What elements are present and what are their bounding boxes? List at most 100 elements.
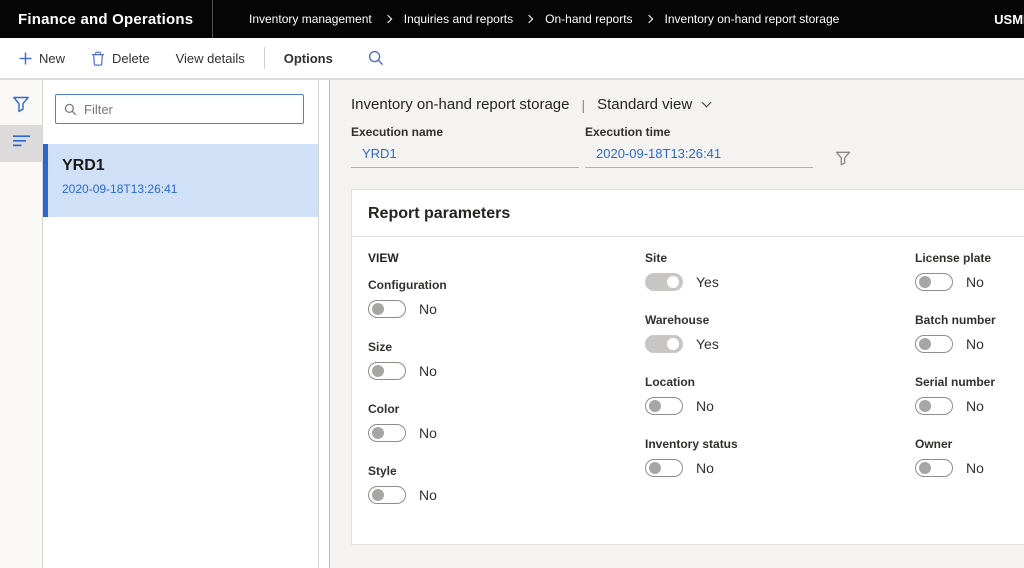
options-menu[interactable]: Options bbox=[271, 38, 346, 78]
toggle-field-label: Size bbox=[368, 340, 393, 354]
breadcrumb-item[interactable]: Inventory management bbox=[249, 12, 372, 26]
toggle-field-label: License plate bbox=[915, 251, 992, 265]
top-navigation-bar: Finance and Operations Inventory managem… bbox=[0, 0, 1024, 38]
toggle-field: Site Yes bbox=[645, 251, 915, 291]
warehouse-toggle[interactable] bbox=[645, 335, 683, 353]
inventory-status-toggle[interactable] bbox=[645, 459, 683, 477]
section-header[interactable]: Report parameters bbox=[352, 190, 1024, 237]
toggle-value: No bbox=[966, 398, 984, 414]
breadcrumb: Inventory management Inquiries and report… bbox=[249, 12, 839, 26]
main-content: Inventory on-hand report storage | Stand… bbox=[330, 80, 1024, 568]
app-title[interactable]: Finance and Operations bbox=[0, 11, 194, 28]
toggle-field: License plate No bbox=[915, 251, 1014, 291]
toggle-field-label: Batch number bbox=[915, 313, 996, 327]
toggle-field: Serial number No bbox=[915, 375, 1014, 415]
breadcrumb-item[interactable]: Inquiries and reports bbox=[404, 12, 513, 26]
toggle-value: No bbox=[419, 301, 437, 317]
toggle-knob bbox=[372, 365, 384, 377]
breadcrumb-item[interactable]: Inventory on-hand report storage bbox=[665, 12, 840, 26]
toggle-value: No bbox=[419, 425, 437, 441]
list-lines-icon bbox=[12, 134, 31, 153]
parameter-column: License plate No Batch number No Serial numb… bbox=[915, 251, 1014, 526]
size-toggle[interactable] bbox=[368, 362, 406, 380]
toggle-row: No bbox=[915, 273, 1014, 291]
owner-toggle[interactable] bbox=[915, 459, 953, 477]
toggle-knob bbox=[919, 338, 931, 350]
record-list-panel: YRD1 2020-09-18T13:26:41 bbox=[43, 80, 319, 568]
toggle-value: No bbox=[966, 460, 984, 476]
serial-number-toggle[interactable] bbox=[915, 397, 953, 415]
toggle-field: Batch number No bbox=[915, 313, 1014, 353]
toggle-field: Configuration No bbox=[368, 278, 645, 318]
site-toggle[interactable] bbox=[645, 273, 683, 291]
page-title: Inventory on-hand report storage bbox=[351, 96, 570, 113]
record-name: YRD1 bbox=[62, 157, 105, 174]
toggle-knob bbox=[649, 400, 661, 412]
toggle-value: No bbox=[696, 460, 714, 476]
show-list-button[interactable] bbox=[0, 125, 42, 162]
delete-button[interactable]: Delete bbox=[78, 38, 163, 78]
toggle-field: Color No bbox=[368, 402, 645, 442]
company-selector[interactable]: USMF bbox=[994, 12, 1024, 27]
filter-pane-button[interactable] bbox=[0, 88, 42, 125]
view-details-label: View details bbox=[175, 50, 245, 66]
toggle-row: No bbox=[368, 362, 645, 380]
search-icon[interactable] bbox=[362, 44, 390, 72]
view-selector[interactable]: Standard view bbox=[597, 96, 712, 113]
toggle-value: No bbox=[966, 336, 984, 352]
color-toggle[interactable] bbox=[368, 424, 406, 442]
toggle-field-label: Site bbox=[645, 251, 668, 265]
license-plate-toggle[interactable] bbox=[915, 273, 953, 291]
toggle-knob bbox=[649, 462, 661, 474]
toggle-field-label: Serial number bbox=[915, 375, 996, 389]
toggle-row: No bbox=[915, 459, 1014, 477]
breadcrumb-item[interactable]: On-hand reports bbox=[545, 12, 632, 26]
funnel-icon bbox=[12, 96, 30, 118]
toggle-field-label: Color bbox=[368, 402, 400, 416]
header-fields: Execution name YRD1 Execution time 2020-09-… bbox=[351, 125, 1024, 171]
toggle-value: No bbox=[419, 487, 437, 503]
toggle-row: No bbox=[368, 424, 645, 442]
toggle-row: Yes bbox=[645, 273, 915, 291]
toggle-knob bbox=[919, 276, 931, 288]
chevron-right-icon bbox=[524, 14, 534, 24]
grid-filter-funnel-icon[interactable] bbox=[835, 151, 851, 171]
style-toggle[interactable] bbox=[368, 486, 406, 504]
toggle-row: No bbox=[368, 486, 645, 504]
toggle-field-label: Owner bbox=[915, 437, 953, 451]
delete-button-label: Delete bbox=[112, 50, 150, 66]
toggle-value: Yes bbox=[696, 336, 719, 352]
trash-icon bbox=[91, 51, 105, 66]
location-toggle[interactable] bbox=[645, 397, 683, 415]
batch-number-toggle[interactable] bbox=[915, 335, 953, 353]
toggle-field: Size No bbox=[368, 340, 645, 380]
toggle-field-label: Warehouse bbox=[645, 313, 710, 327]
filter-box bbox=[55, 94, 304, 124]
view-details-button[interactable]: View details bbox=[163, 38, 258, 78]
toggle-field-label: Location bbox=[645, 375, 695, 389]
toggle-field-label: Configuration bbox=[368, 278, 447, 292]
toggle-knob bbox=[919, 400, 931, 412]
list-item[interactable]: YRD1 2020-09-18T13:26:41 bbox=[43, 144, 318, 217]
chevron-down-icon bbox=[701, 97, 712, 108]
chevron-right-icon bbox=[383, 14, 392, 24]
configuration-toggle[interactable] bbox=[368, 300, 406, 318]
field-value[interactable]: 2020-09-18T13:26:41 bbox=[585, 139, 813, 168]
panel-splitter[interactable] bbox=[319, 80, 330, 568]
report-parameters-section: Report parameters VIEW Configuration No Siz… bbox=[351, 189, 1024, 545]
action-bar-divider bbox=[263, 47, 265, 69]
field-value[interactable]: YRD1 bbox=[351, 139, 579, 168]
filter-input[interactable] bbox=[84, 101, 295, 117]
new-button[interactable]: New bbox=[6, 38, 78, 78]
toggle-field: Location No bbox=[645, 375, 915, 415]
toggle-row: No bbox=[645, 397, 915, 415]
toggle-row: No bbox=[915, 397, 1014, 415]
topbar-divider bbox=[212, 0, 213, 38]
toggle-field-label: Inventory status bbox=[645, 437, 738, 451]
title-separator: | bbox=[581, 96, 586, 113]
toggle-knob bbox=[372, 489, 384, 501]
toggle-row: No bbox=[368, 300, 645, 318]
action-bar: New Delete View details Options bbox=[0, 38, 1024, 80]
chevron-right-icon bbox=[644, 14, 653, 24]
toggle-row: Yes bbox=[645, 335, 915, 353]
